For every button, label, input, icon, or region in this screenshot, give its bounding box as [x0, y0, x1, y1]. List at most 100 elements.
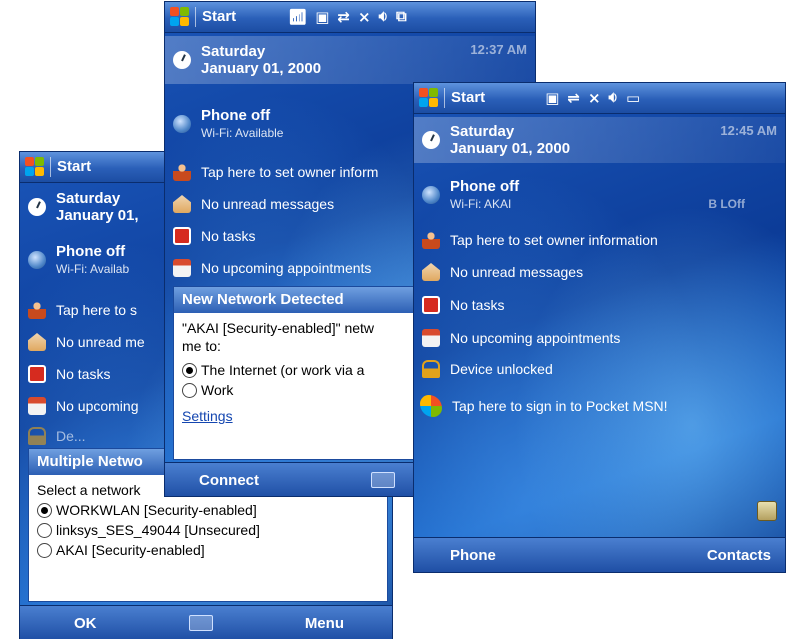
phone-row[interactable]: Phone off Wi-Fi: AKAI B LOff — [414, 173, 785, 217]
appointments-label: No upcoming — [56, 397, 139, 414]
wifi-status: Wi-Fi: AKAI — [450, 196, 512, 211]
phone-status: Phone off — [56, 242, 126, 260]
phone-status: Phone off — [450, 177, 520, 195]
start-menu-label[interactable]: Start — [50, 157, 91, 177]
mail-icon — [173, 195, 191, 213]
status-tray: ▣ ⇌ ⨯ 🔉︎ ▭ — [545, 89, 648, 107]
radio-selected-icon[interactable] — [37, 502, 52, 518]
dialog-text: "AKAI [Security-enabled]" netw me to: — [182, 320, 375, 354]
messages-label: No unread me — [56, 333, 145, 350]
clock-icon — [173, 51, 191, 69]
day-label: Saturday — [450, 123, 515, 140]
msn-butterfly-icon — [420, 395, 442, 417]
soft-key-bar: Phone Contacts — [414, 537, 785, 572]
time-label: 12:45 AM — [720, 123, 777, 138]
connectivity-icon[interactable]: ⇌ — [567, 89, 580, 107]
wifi-status: Wi-Fi: Availab — [56, 261, 130, 276]
owner-info-label: Tap here to set owner inform — [201, 163, 379, 180]
person-icon — [173, 163, 191, 181]
device-label: De... — [56, 427, 86, 444]
radio-icon[interactable] — [37, 542, 52, 558]
lock-icon — [422, 360, 440, 378]
calendar-icon — [422, 329, 440, 347]
battery-icon[interactable]: ▣ — [545, 89, 559, 107]
device-unlocked-label: Device unlocked — [450, 360, 553, 377]
clock-icon — [422, 131, 440, 149]
windows-flag-icon[interactable] — [169, 6, 191, 28]
input-panel-icon[interactable] — [757, 501, 777, 521]
tasks-label: No tasks — [450, 296, 505, 313]
title-bar: Start ▣ ⇌ ⨯ 🔉︎ ▭ — [414, 83, 785, 114]
radio-selected-icon[interactable] — [182, 362, 197, 378]
windows-flag-icon[interactable] — [24, 156, 46, 178]
clock-icon — [28, 198, 46, 216]
ok-softkey[interactable]: OK — [20, 615, 117, 632]
date-label: January 01, 2000 — [201, 60, 322, 77]
connect-softkey[interactable]: Connect — [165, 472, 279, 489]
mail-icon — [28, 333, 46, 351]
tasks-icon — [422, 296, 440, 314]
status-tray: 📶︎ ▣ ⇄ ⨯ 🔉︎ ⧉ — [288, 8, 415, 26]
windows-flag-icon[interactable] — [418, 87, 440, 109]
soft-key-bar: OK Menu — [20, 605, 392, 639]
appointments-label: No upcoming appointments — [201, 259, 372, 276]
device-screen-right: Start ▣ ⇌ ⨯ 🔉︎ ▭ Saturday January 01, 200… — [414, 83, 785, 572]
battery-icon[interactable]: ▣ — [315, 8, 329, 26]
globe-icon — [422, 186, 440, 204]
owner-info-label: Tap here to set owner information — [450, 231, 658, 248]
calendar-icon — [173, 259, 191, 277]
appointments-row[interactable]: No upcoming appointments — [414, 326, 785, 350]
radio-icon[interactable] — [182, 382, 197, 398]
tasks-icon — [28, 365, 46, 383]
volume-icon[interactable]: 🔉︎ — [379, 8, 388, 26]
network-option-workwlan[interactable]: WORKWLAN [Security-enabled] — [37, 501, 379, 519]
start-menu-label[interactable]: Start — [195, 7, 236, 27]
person-icon — [422, 231, 440, 249]
signal-antenna-icon[interactable]: 📶︎ — [288, 8, 307, 26]
wifi-icon[interactable]: ⧉ — [396, 8, 407, 26]
appointments-label: No upcoming appointments — [450, 329, 621, 346]
network-option-akai[interactable]: AKAI [Security-enabled] — [37, 541, 379, 559]
option-label: AKAI [Security-enabled] — [56, 542, 205, 558]
signal-off-icon[interactable]: ⨯ — [358, 8, 371, 26]
keyboard-icon[interactable] — [188, 615, 213, 631]
title-bar: Start 📶︎ ▣ ⇄ ⨯ 🔉︎ ⧉ — [165, 2, 535, 33]
battery-level-icon[interactable]: ▭ — [626, 89, 640, 107]
date-row[interactable]: Saturday January 01, 2000 12:37 AM — [165, 36, 535, 84]
date-label: January 01, — [56, 207, 139, 224]
radio-icon[interactable] — [37, 522, 52, 538]
device-lock-row[interactable]: Device unlocked — [414, 357, 785, 381]
option-label: linksys_SES_49044 [Unsecured] — [56, 522, 260, 538]
day-label: Saturday — [201, 43, 266, 60]
owner-info-label: Tap here to s — [56, 301, 137, 318]
connectivity-icon[interactable]: ⇄ — [337, 8, 350, 26]
lock-icon — [28, 427, 46, 445]
tasks-row[interactable]: No tasks — [414, 293, 785, 317]
messages-label: No unread messages — [450, 263, 584, 280]
globe-icon — [28, 251, 46, 269]
day-label: Saturday — [56, 190, 121, 207]
keyboard-icon[interactable] — [371, 472, 395, 488]
messages-row[interactable]: No unread messages — [414, 260, 785, 284]
contacts-softkey[interactable]: Contacts — [687, 547, 785, 564]
option-label: WORKWLAN [Security-enabled] — [56, 502, 257, 518]
phone-softkey[interactable]: Phone — [414, 547, 516, 564]
option-label: Work — [201, 382, 234, 398]
wifi-status: Wi-Fi: Available — [201, 125, 284, 140]
tasks-label: No tasks — [201, 227, 256, 244]
globe-icon — [173, 115, 191, 133]
signal-off-icon[interactable]: ⨯ — [588, 89, 601, 107]
date-label: January 01, 2000 — [450, 140, 571, 157]
tasks-icon — [173, 227, 191, 245]
owner-row[interactable]: Tap here to set owner information — [414, 228, 785, 252]
date-row[interactable]: Saturday January 01, 2000 12:45 AM — [414, 117, 785, 163]
messages-label: No unread messages — [201, 195, 335, 212]
bluetooth-status: B LOff — [708, 197, 745, 211]
menu-softkey[interactable]: Menu — [285, 615, 392, 632]
calendar-icon — [28, 397, 46, 415]
start-menu-label[interactable]: Start — [444, 88, 485, 108]
volume-icon[interactable]: 🔉︎ — [609, 89, 618, 107]
person-icon — [28, 301, 46, 319]
network-option-linksys[interactable]: linksys_SES_49044 [Unsecured] — [37, 521, 379, 539]
msn-row[interactable]: Tap here to sign in to Pocket MSN! — [414, 393, 785, 419]
